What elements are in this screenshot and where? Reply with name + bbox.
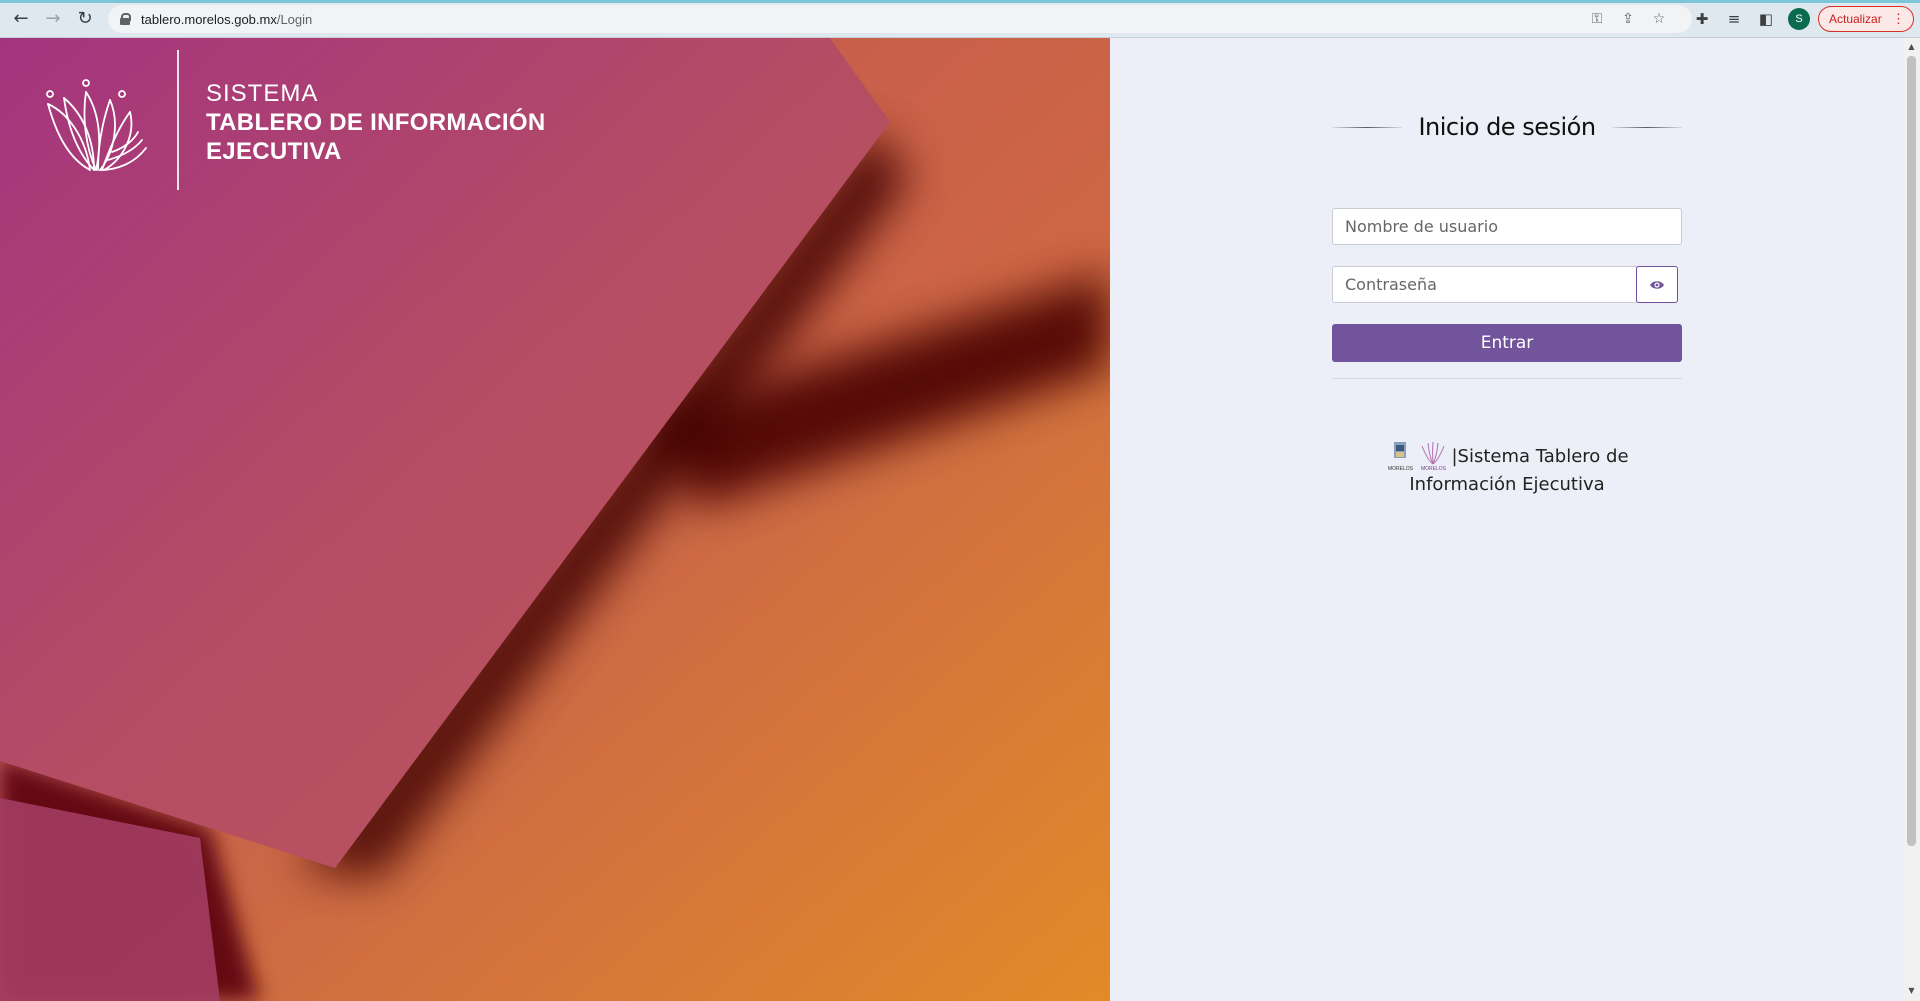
lotus-caption: MORELOS xyxy=(1420,466,1446,472)
mini-lotus-icon xyxy=(1421,441,1445,465)
url-host: tablero.morelos.gob.mx xyxy=(141,11,277,27)
footer-text-line1: |Sistema Tablero de xyxy=(1451,445,1629,467)
url-path: /Login xyxy=(276,11,313,27)
hero-background: SISTEMA TABLERO DE INFORMACIÓN EJECUTIVA xyxy=(0,38,1110,1001)
morelos-lotus-logo: MORELOS xyxy=(1418,440,1448,472)
show-password-button[interactable] xyxy=(1636,266,1678,303)
footer-line1: MORELOS MORELOS |Sistema Tablero de xyxy=(1332,440,1682,472)
reload-icon[interactable]: ↻ xyxy=(73,7,97,31)
brand-title: SISTEMA TABLERO DE INFORMACIÓN EJECUTIVA xyxy=(206,80,545,166)
morelos-seal-logo: MORELOS xyxy=(1385,440,1415,472)
page-scrollbar[interactable]: ▲ ▼ xyxy=(1903,38,1920,1001)
eye-icon xyxy=(1650,280,1664,289)
password-input[interactable]: Contraseña xyxy=(1332,266,1637,303)
footer-text-line2: Información Ejecutiva xyxy=(1409,474,1605,495)
side-panel-icon[interactable]: ◧ xyxy=(1756,9,1776,29)
browser-toolbar: ← → ↻ tablero.morelos.gob.mx/Login ⚿ ⇪ ☆… xyxy=(0,0,1920,38)
star-icon[interactable]: ☆ xyxy=(1650,10,1668,28)
username-input[interactable]: Nombre de usuario xyxy=(1332,208,1682,245)
key-icon[interactable]: ⚿ xyxy=(1588,10,1606,28)
login-separator xyxy=(1332,378,1682,379)
login-title-row: Inicio de sesión xyxy=(1332,112,1682,142)
menu-dots-icon[interactable]: ⋮ xyxy=(1892,11,1905,27)
share-icon[interactable]: ⇪ xyxy=(1619,10,1637,28)
media-queue-icon[interactable]: ≡ xyxy=(1724,9,1744,29)
scroll-down-arrow-icon[interactable]: ▼ xyxy=(1907,986,1916,995)
footer-brand: MORELOS MORELOS |Sistema Tablero de Info… xyxy=(1332,440,1682,495)
login-button[interactable]: Entrar xyxy=(1332,324,1682,362)
update-button[interactable]: Actualizar ⋮ xyxy=(1818,6,1914,32)
title-divider-right xyxy=(1611,126,1682,128)
back-arrow-icon[interactable]: ← xyxy=(9,7,33,31)
loading-bar xyxy=(0,0,1920,3)
lotus-logo-icon xyxy=(46,79,147,171)
brand-header: SISTEMA TABLERO DE INFORMACIÓN EJECUTIVA xyxy=(38,50,545,190)
brand-line-system: SISTEMA xyxy=(206,80,319,107)
login-pane: Inicio de sesión Nombre de usuario Contr… xyxy=(1110,38,1903,1001)
extensions-icon[interactable]: ✚ xyxy=(1692,9,1712,29)
morelos-seal-icon xyxy=(1394,442,1407,458)
update-label: Actualizar xyxy=(1829,12,1882,26)
avatar[interactable]: S xyxy=(1788,8,1810,30)
lock-icon[interactable] xyxy=(120,13,131,25)
login-title: Inicio de sesión xyxy=(1418,113,1596,141)
login-form: Inicio de sesión Nombre de usuario Contr… xyxy=(1332,112,1682,379)
brand-line-executive: EJECUTIVA xyxy=(206,138,342,165)
brand-line-board: TABLERO DE INFORMACIÓN xyxy=(206,109,546,136)
address-bar[interactable]: tablero.morelos.gob.mx/Login ⚿ ⇪ ☆ xyxy=(108,5,1692,33)
scroll-up-arrow-icon[interactable]: ▲ xyxy=(1907,42,1916,51)
title-divider-left xyxy=(1332,126,1402,128)
forward-arrow-icon[interactable]: → xyxy=(41,7,65,31)
brand-divider xyxy=(177,50,179,190)
scroll-thumb[interactable] xyxy=(1907,56,1916,846)
seal-caption: MORELOS xyxy=(1387,466,1413,472)
